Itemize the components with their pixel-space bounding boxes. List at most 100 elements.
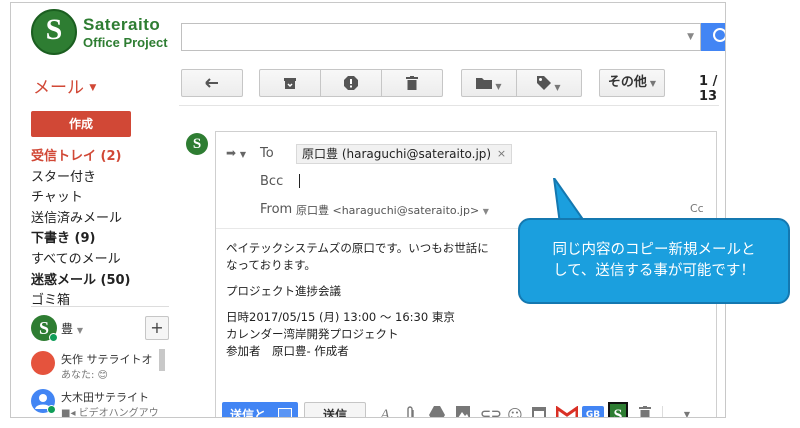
online-status-icon	[47, 405, 56, 414]
online-status-icon	[49, 333, 58, 342]
from-label: From	[260, 202, 293, 217]
chevron-down-icon: ▼	[649, 79, 657, 88]
label-tag-icon	[537, 76, 552, 90]
contact-status-text: ビデオハングアウ	[78, 408, 159, 418]
my-name: 豊	[61, 322, 74, 336]
from-value: 原口豊 <haraguchi@sateraito.jp>	[296, 204, 480, 217]
emoji-icon[interactable]: ☺	[506, 406, 524, 417]
report-spam-icon	[344, 76, 358, 90]
from-select[interactable]: 原口豊 <haraguchi@sateraito.jp> ▼	[296, 202, 489, 218]
calendar-icon[interactable]	[530, 406, 548, 417]
more-button-label: その他	[607, 75, 647, 90]
logo-text-line2: Office Project	[83, 35, 168, 50]
cc-link[interactable]: Cc	[690, 202, 704, 215]
sidebar-nav-item[interactable]: 下書き (9)	[31, 229, 171, 250]
mail-menu-label: メール	[33, 78, 84, 98]
contacts-scrollbar[interactable]	[159, 349, 165, 371]
to-label: To	[260, 146, 274, 161]
send-and-archive-button[interactable]: 送信と	[222, 402, 298, 418]
send-and-archive-label: 送信と	[230, 408, 267, 418]
toolbar-divider	[179, 105, 719, 106]
toolbar-divider	[662, 406, 663, 417]
search-input[interactable]: ▼	[181, 23, 701, 51]
message-line: プロジェクト進捗会議	[226, 284, 341, 298]
pagination-count: 1 / 13	[699, 74, 718, 104]
report-spam-button[interactable]	[320, 69, 382, 97]
compose-button[interactable]: 作成	[31, 111, 131, 137]
contact-name: 矢作 サテライトオ	[61, 353, 153, 366]
contact-status: あなた: 😊	[61, 370, 108, 381]
chevron-down-icon: ▼	[482, 207, 489, 216]
chevron-down-icon: ▼	[495, 82, 502, 91]
bcc-label: Bcc	[260, 174, 284, 189]
search-icon	[713, 28, 725, 42]
archive-button[interactable]	[259, 69, 321, 97]
sender-avatar: S	[186, 133, 208, 155]
recipient-chip[interactable]: 原口豊 (haraguchi@sateraito.jp) ×	[296, 144, 513, 164]
chevron-down-icon: ▼	[89, 83, 97, 93]
bcc-input[interactable]	[299, 174, 300, 188]
back-arrow-icon	[205, 78, 218, 88]
message-body[interactable]: ペイテックシステムズの原口です。いつもお世話に なっております。プロジェクト進捗会…	[226, 240, 506, 360]
sidebar-nav-item[interactable]: ゴミ箱	[31, 291, 171, 312]
formatting-icon[interactable]: A	[376, 406, 394, 417]
attach-icon[interactable]	[402, 406, 420, 417]
move-to-button[interactable]: ▼	[461, 69, 517, 97]
mail-menu[interactable]: メール ▼	[33, 73, 96, 98]
message-line: ペイテックシステムズの原口です。いつもお世話に	[226, 241, 489, 255]
sidebar-nav: 受信トレイ (2) スター付き チャット 送信済みメール 下書き (9) すべてのメール迷…	[31, 147, 171, 312]
delete-button[interactable]	[381, 69, 443, 97]
contact-avatar	[31, 351, 55, 375]
callout-line1: 同じ内容のコピー新規メールと	[552, 242, 756, 258]
trash-icon	[406, 76, 418, 90]
contact-status: ■◂ ビデオハングアウ	[61, 404, 159, 418]
discard-draft-icon[interactable]	[636, 406, 654, 417]
sateraito-addon-icon[interactable]: S	[608, 402, 628, 417]
contact-item[interactable]: 大木田サテライト ■◂ ビデオハングアウ	[31, 389, 171, 418]
gb-addon-icon[interactable]: GB	[582, 406, 604, 417]
archive-icon	[284, 78, 296, 89]
sidebar-nav-item[interactable]: 受信トレイ (2)	[31, 147, 171, 168]
logo-emblem: S	[31, 9, 77, 55]
close-icon[interactable]: ×	[497, 145, 506, 163]
message-line: 日時2017/05/15 (月) 13:00 ～ 16:30 東京	[226, 310, 455, 324]
sidebar-nav-item[interactable]: 送信済みメール	[31, 209, 171, 230]
sateraito-logo[interactable]: S Sateraito Office Project	[31, 9, 191, 57]
message-line: なっております。	[226, 258, 316, 272]
drive-icon[interactable]	[428, 406, 446, 417]
link-icon[interactable]: ⊂⊃	[480, 406, 502, 417]
folder-icon	[476, 78, 493, 89]
forward-arrow-icon: ➡	[226, 146, 237, 160]
annotation-callout: 同じ内容のコピー新規メールと して、送信する事が可能です！	[518, 218, 790, 304]
labels-button[interactable]: ▼	[516, 69, 582, 97]
message-line: 参加者 原口豊- 作成者	[226, 344, 349, 358]
chevron-down-icon: ▼	[239, 150, 247, 159]
recipient-chip-text: 原口豊 (haraguchi@sateraito.jp)	[302, 147, 492, 161]
sidebar-nav-item[interactable]: すべてのメール	[31, 250, 171, 271]
send-button[interactable]: 送信	[304, 402, 366, 417]
sidebar-nav-item[interactable]: スター付き	[31, 168, 171, 189]
new-hangout-button[interactable]: +	[145, 316, 169, 340]
back-button[interactable]	[181, 69, 243, 97]
video-icon: ■◂	[61, 408, 76, 418]
photo-icon[interactable]	[454, 406, 472, 417]
more-button[interactable]: その他 ▼	[599, 69, 665, 97]
more-options-chevron-icon[interactable]: ▼	[678, 406, 696, 417]
gmail-window: S Sateraito Office Project ▼ メール ▼ ▼ ▼ そ…	[10, 2, 726, 418]
search-button[interactable]	[701, 23, 725, 51]
sidebar-nav-item[interactable]: チャット	[31, 188, 171, 209]
my-status-menu[interactable]: 豊 ▼	[61, 320, 83, 337]
logo-letter: S	[45, 13, 63, 46]
contact-item[interactable]: 矢作 サテライトオ あなた: 😊	[31, 351, 171, 383]
reply-type-menu[interactable]: ➡ ▼	[226, 146, 246, 160]
sidebar-nav-item[interactable]: 迷惑メール (50)	[31, 271, 171, 292]
message-line: カレンダー湾岸開発プロジェクト	[226, 327, 399, 341]
contact-name: 大木田サテライト	[61, 391, 149, 404]
gmail-icon[interactable]	[555, 405, 579, 417]
chevron-down-icon: ▼	[76, 326, 83, 335]
logo-text-line1: Sateraito	[83, 15, 161, 34]
archive-icon	[278, 408, 292, 417]
search-options-icon[interactable]: ▼	[687, 32, 694, 42]
